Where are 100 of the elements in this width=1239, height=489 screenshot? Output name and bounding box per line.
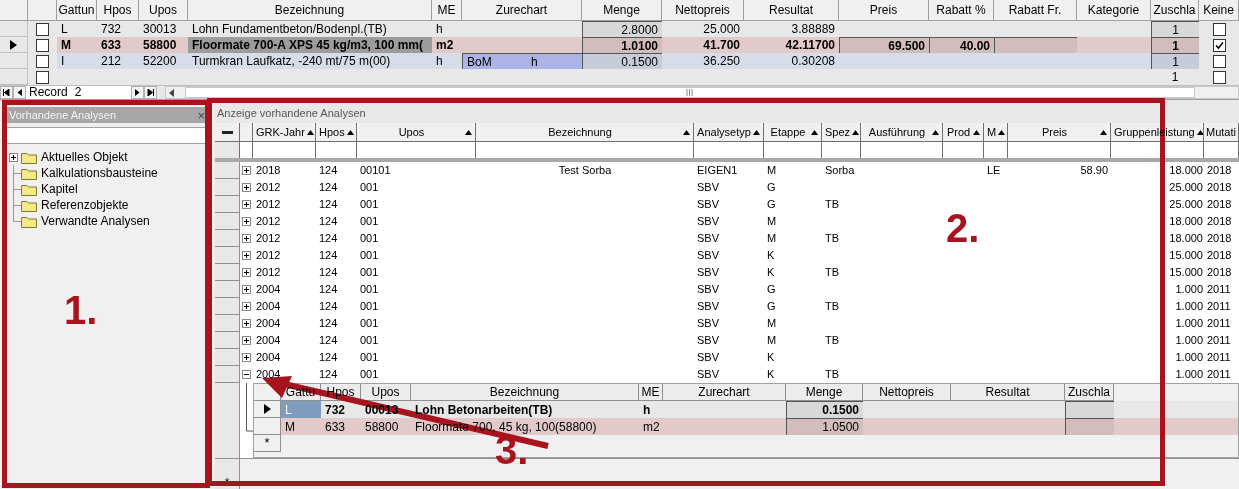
- cell-field[interactable]: [1065, 401, 1114, 418]
- column-header[interactable]: Bezeichnung: [411, 384, 639, 401]
- cell-field[interactable]: 40.00: [929, 37, 994, 53]
- column-header[interactable]: ME: [639, 384, 663, 401]
- tree-item[interactable]: Kapitel: [41, 180, 78, 198]
- expand-icon[interactable]: [242, 336, 251, 345]
- cell-field[interactable]: 1: [1151, 21, 1199, 37]
- checkbox[interactable]: [36, 54, 50, 68]
- column-header[interactable]: Etappe: [764, 123, 822, 141]
- column-header[interactable]: Upos: [361, 384, 411, 401]
- column-header[interactable]: Bezeichnung: [476, 123, 694, 141]
- scrollbar-thumb[interactable]: [184, 87, 1195, 98]
- expand-icon[interactable]: [242, 166, 251, 175]
- column-header[interactable]: Bezeichnung: [188, 0, 432, 21]
- expand-icon[interactable]: [242, 217, 251, 226]
- checkbox[interactable]: [1212, 22, 1226, 36]
- checkbox[interactable]: [1212, 54, 1226, 68]
- column-header[interactable]: Zurechart: [663, 384, 786, 401]
- table-cell-text: 1.000: [1175, 333, 1203, 349]
- table-cell-text: h: [435, 53, 444, 69]
- column-header[interactable]: Ausführung: [861, 123, 943, 141]
- column-header[interactable]: Resultat: [744, 0, 839, 21]
- column-header[interactable]: Analysetyp: [694, 123, 764, 141]
- column-header[interactable]: Kategorie: [1077, 0, 1151, 21]
- table-cell-text: 212: [100, 53, 123, 69]
- close-button[interactable]: ×: [197, 108, 205, 122]
- checkbox[interactable]: [36, 38, 50, 52]
- cell-field[interactable]: [1065, 418, 1114, 435]
- cell-field[interactable]: 1.0100: [582, 37, 662, 53]
- column-header[interactable]: Resultat: [951, 384, 1065, 401]
- row-selector[interactable]: [0, 37, 29, 53]
- cell-field[interactable]: 2.8000: [582, 21, 662, 37]
- column-header[interactable]: Menge: [582, 0, 662, 21]
- table-cell-text: SBV: [697, 197, 719, 213]
- column-header[interactable]: Upos: [139, 0, 188, 21]
- checkbox[interactable]: [36, 22, 50, 36]
- column-header[interactable]: Zurechart: [462, 0, 582, 21]
- cell-field[interactable]: 1.0500: [786, 418, 863, 435]
- cell-field[interactable]: 0.1500: [582, 53, 662, 69]
- table-cell-text: h: [435, 21, 444, 37]
- column-header[interactable]: Nettopreis: [662, 0, 744, 21]
- column-header[interactable]: Gattun: [57, 0, 97, 21]
- cell-field[interactable]: 1: [1151, 37, 1199, 53]
- search-field[interactable]: [6, 127, 208, 144]
- column-header[interactable]: Prod: [943, 123, 984, 141]
- previous-record-button[interactable]: [13, 86, 26, 99]
- expand-icon[interactable]: [242, 302, 251, 311]
- checkbox[interactable]: [36, 70, 50, 84]
- column-header[interactable]: Upos: [357, 123, 476, 141]
- expand-icon[interactable]: [242, 353, 251, 362]
- table-cell-text: SBV: [697, 333, 719, 349]
- expand-icon[interactable]: [242, 268, 251, 277]
- column-header[interactable]: ME: [432, 0, 462, 21]
- collapse-all-icon[interactable]: [221, 130, 233, 134]
- column-header[interactable]: Menge: [786, 384, 863, 401]
- expand-icon[interactable]: [242, 251, 251, 260]
- cell-field[interactable]: 69.500: [839, 37, 929, 53]
- panel-title: Vorhandene Analysen: [9, 107, 117, 123]
- scroll-left-icon[interactable]: [168, 88, 175, 97]
- table-row[interactable]: L 732 00013 Lohn Betonarbeiten(TB) h 0.1500: [254, 401, 1238, 418]
- expand-icon[interactable]: [242, 285, 251, 294]
- table-cell-text: G: [767, 282, 776, 298]
- column-header[interactable]: Hpos: [316, 123, 357, 141]
- tree-item[interactable]: Aktuelles Objekt: [41, 148, 128, 166]
- column-header[interactable]: M: [984, 123, 1008, 141]
- tree-item[interactable]: Verwandte Analysen: [41, 212, 150, 230]
- column-header[interactable]: Preis: [1008, 123, 1111, 141]
- column-header[interactable]: Preis: [839, 0, 929, 21]
- collapse-icon[interactable]: [242, 370, 251, 379]
- last-icon: [146, 89, 154, 96]
- column-header[interactable]: Rabatt Fr.: [994, 0, 1077, 21]
- column-header[interactable]: Zuschla: [1065, 384, 1114, 401]
- input-field[interactable]: BoM h: [462, 53, 582, 69]
- expand-icon[interactable]: [242, 319, 251, 328]
- table-cell-text: 2018: [1207, 180, 1232, 196]
- expand-icon[interactable]: [242, 234, 251, 243]
- cell-field[interactable]: 1: [1151, 53, 1199, 69]
- expand-icon[interactable]: [242, 183, 251, 192]
- expand-icon[interactable]: [9, 152, 18, 162]
- column-header[interactable]: Zuschla: [1151, 0, 1199, 21]
- column-header[interactable]: Keine: [1199, 0, 1239, 21]
- table-row[interactable]: I 212 52200 Turmkran Laufkatz, -240 mt/75 m(00) h BoM h 0.1500 36.250 0.30208 1: [0, 53, 1239, 69]
- tree-item[interactable]: Kalkulationsbausteine: [41, 164, 158, 182]
- table-cell-text: 124: [319, 231, 338, 247]
- table-row[interactable]: M 633 58800 Floormate 700-A XPS 45 kg/m3, 100 mm( m2 1.0100 41.700 42.11700 69.500 40.00 1: [0, 37, 1239, 53]
- column-header[interactable]: Mutati: [1204, 123, 1239, 141]
- checkbox[interactable]: [1212, 38, 1226, 52]
- checkbox[interactable]: [1212, 70, 1226, 84]
- cell-field[interactable]: [994, 37, 1077, 53]
- first-record-button[interactable]: [0, 86, 13, 99]
- column-header[interactable]: Nettopreis: [863, 384, 951, 401]
- row-selector[interactable]: [254, 401, 281, 418]
- record-field[interactable]: 2: [70, 86, 131, 99]
- tree-item[interactable]: Referenzobjekte: [41, 196, 129, 214]
- column-header[interactable]: Hpos: [97, 0, 139, 21]
- cell-field[interactable]: 0.1500: [786, 401, 863, 418]
- column-header[interactable]: Spez: [822, 123, 861, 141]
- expand-icon[interactable]: [242, 200, 251, 209]
- column-header[interactable]: Rabatt %: [929, 0, 994, 21]
- column-header[interactable]: GRK-Jahr: [253, 123, 316, 141]
